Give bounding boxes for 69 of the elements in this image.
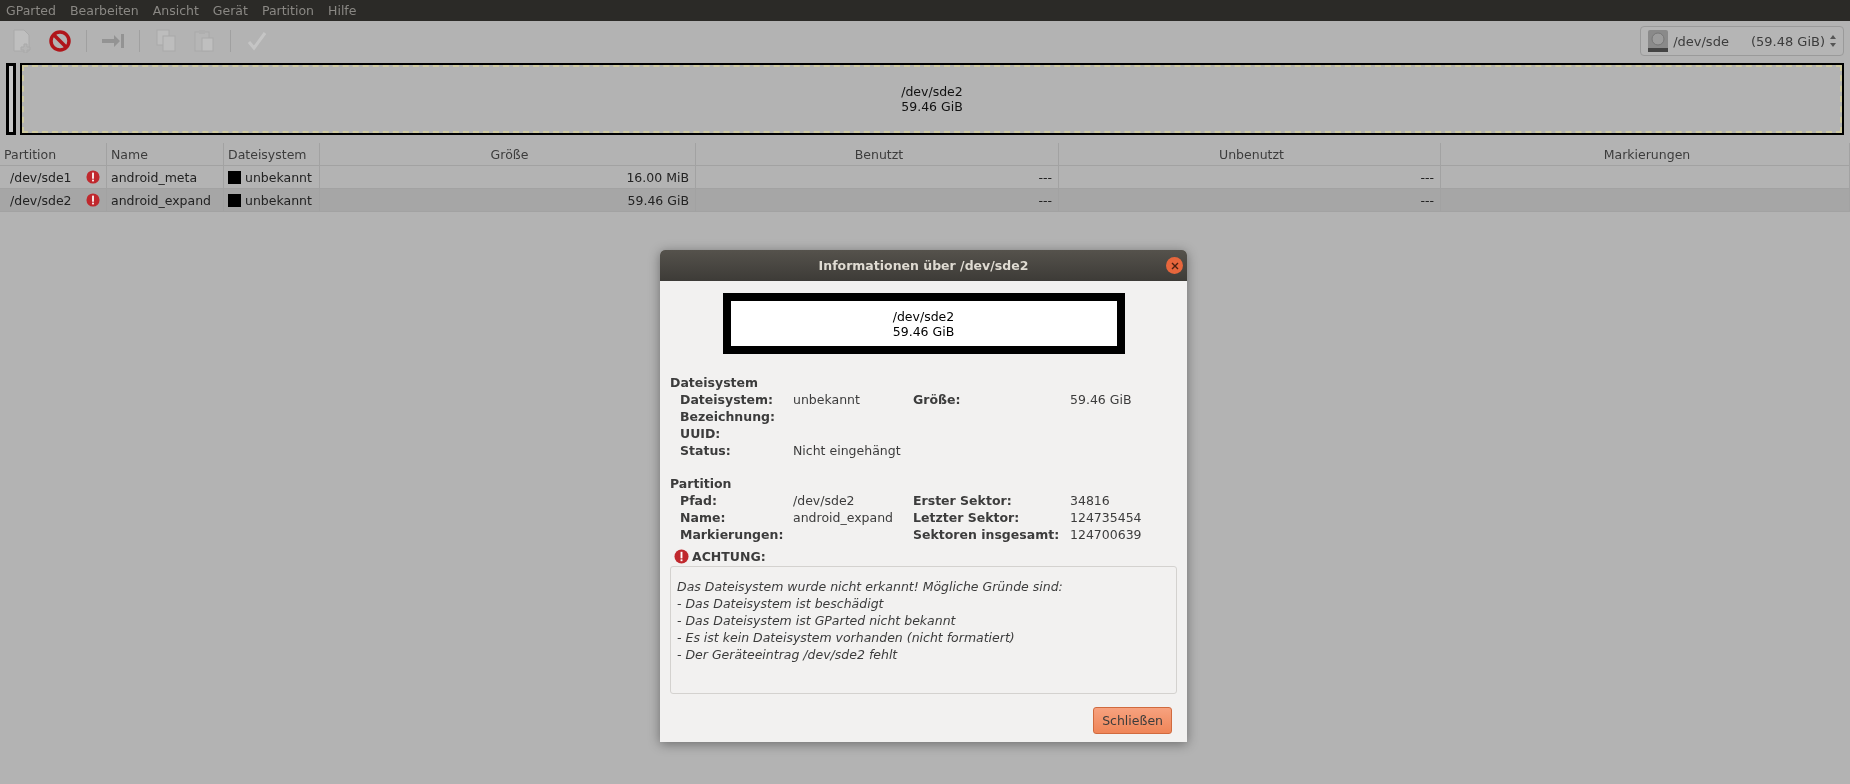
table-cell: android_expand (111, 192, 211, 208)
device-selector[interactable]: /dev/sde (59.48 GiB) (1640, 26, 1844, 56)
field-label: UUID: (680, 425, 722, 442)
field-value: 59.46 GiB (1070, 391, 1133, 408)
table-cell: --- (1038, 192, 1052, 208)
field-value: /dev/sde2 (793, 492, 856, 509)
delete-icon[interactable] (49, 30, 71, 52)
column-header[interactable]: Name (107, 143, 224, 165)
table-cell: 59.46 GiB (627, 192, 689, 208)
spinner-arrows-icon (1829, 34, 1837, 48)
column-header[interactable]: Größe (320, 143, 696, 165)
field-value: unbekannt (793, 391, 861, 408)
field-value: Nicht eingehängt (793, 442, 902, 459)
field-value: android_expand (793, 509, 894, 526)
field-value: 124700639 (1070, 526, 1143, 543)
table-cell: --- (1420, 169, 1434, 185)
table-cell-text: /dev/sde2 (9, 192, 72, 208)
menu-item[interactable]: Gerät (212, 3, 248, 18)
partition-segment[interactable] (6, 63, 16, 135)
partition-size: 59.46 GiB (892, 323, 955, 339)
field-value: 124735454 (1070, 509, 1143, 526)
menu-item[interactable]: Partition (261, 3, 314, 18)
warning-text: Das Dateisystem wurde nicht erkannt! Mögliche Gründe sind: (677, 578, 1064, 595)
menu-item[interactable]: Ansicht (152, 3, 199, 18)
table-cell: --- (1038, 169, 1052, 185)
field-label: Bezeichnung: (680, 408, 776, 425)
warning-icon (674, 549, 689, 564)
field-label: Name: (680, 509, 727, 526)
field-label: Pfad: (680, 492, 718, 509)
close-button[interactable] (1166, 257, 1183, 274)
table-cell: 16.00 MiB (626, 169, 689, 185)
column-header[interactable]: Markierungen (1441, 143, 1850, 165)
warning-icon (86, 170, 100, 184)
table-cell: unbekannt (245, 169, 312, 185)
column-header[interactable]: Unbenutzt (1059, 143, 1441, 165)
warning-text: - Der Geräteeintrag /dev/sde2 fehlt (677, 646, 899, 663)
field-label: Letzter Sektor: (913, 509, 1021, 526)
field-label: Dateisystem: (680, 391, 775, 408)
close-icon (1170, 261, 1179, 270)
warning-text: - Das Dateisystem ist GParted nicht bekannt (677, 612, 957, 629)
close-button[interactable]: Schließen (1093, 707, 1172, 734)
warning-title: ACHTUNG: (692, 549, 766, 564)
table-cell-text: /dev/sde1 (9, 169, 72, 185)
partition-segment[interactable]: /dev/sde2 59.46 GiB (20, 63, 1844, 135)
dialog-title: Informationen über /dev/sde2 (818, 258, 1029, 273)
table-row[interactable]: /dev/sde2 android_expand unbekannt 59.46 GiB --- --- (0, 189, 1850, 212)
warning-text: - Das Dateisystem ist beschädigt (677, 595, 885, 612)
menu-item[interactable]: GParted (6, 3, 56, 18)
warning-text: - Es ist kein Dateisystem vorhanden (nicht formatiert) (677, 629, 1016, 646)
section-title: Dateisystem (670, 374, 760, 391)
column-header[interactable]: Dateisystem (224, 143, 320, 165)
field-value: 34816 (1070, 492, 1111, 509)
menu-item[interactable]: Hilfe (328, 3, 357, 18)
field-label: Status: (680, 442, 732, 459)
partition-label: /dev/sde2 (901, 84, 963, 99)
section-title: Partition (670, 475, 733, 492)
column-header[interactable]: Benutzt (696, 143, 1059, 165)
warning-icon (86, 193, 100, 207)
field-label: Sektoren insgesamt: (913, 526, 1061, 543)
table-cell: unbekannt (245, 192, 312, 208)
column-header[interactable]: Partition (0, 143, 107, 165)
field-label: Erster Sektor: (913, 492, 1013, 509)
menu-item[interactable]: Bearbeiten (70, 3, 139, 18)
field-label: Größe: (913, 391, 962, 408)
table-cell: android_meta (111, 169, 198, 185)
field-label: Markierungen: (680, 526, 785, 543)
partition-label: /dev/sde2 (892, 308, 955, 324)
partition-size: 59.46 GiB (901, 99, 963, 114)
table-cell: --- (1420, 192, 1434, 208)
